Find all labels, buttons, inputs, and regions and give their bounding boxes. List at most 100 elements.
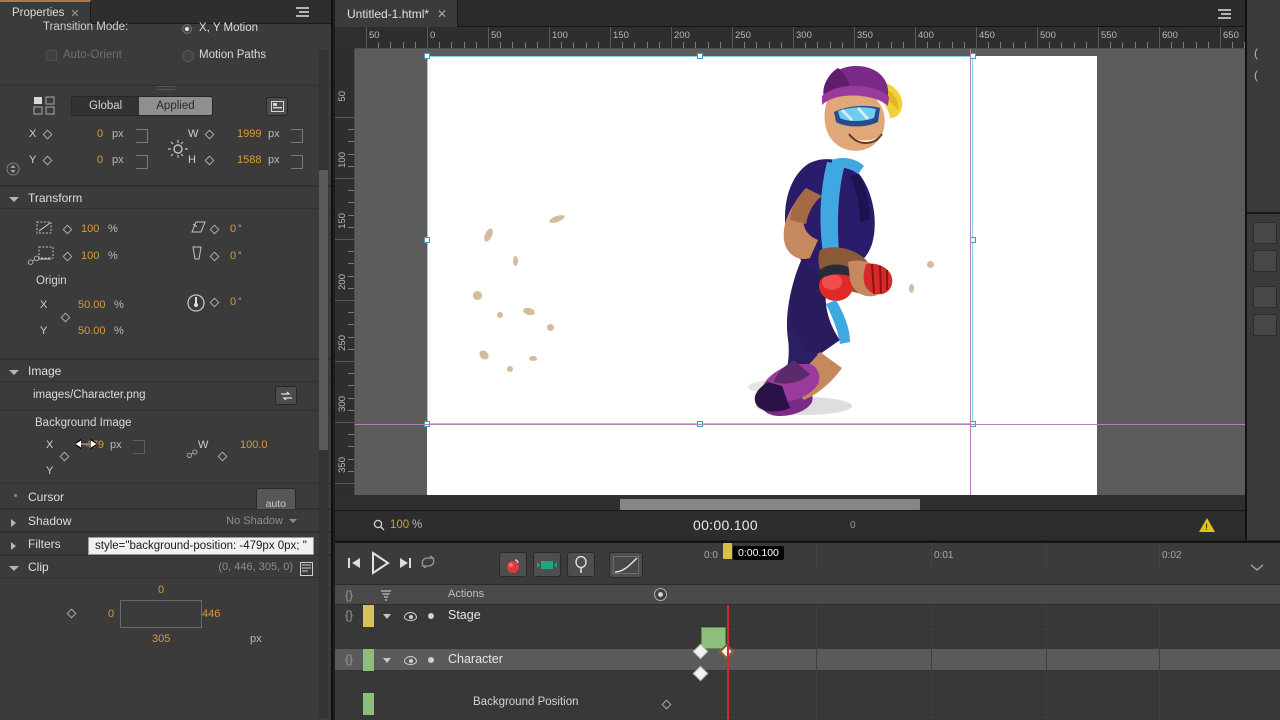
frame-display[interactable]: 0 [850, 520, 856, 531]
link-dimensions-icon[interactable] [168, 140, 188, 161]
pin-icon[interactable] [567, 552, 595, 577]
x-value[interactable]: 0 [97, 128, 103, 140]
chevron-down-icon[interactable] [383, 614, 391, 619]
section-image[interactable]: Image [0, 359, 331, 382]
bg-w-value[interactable]: 100.0 [240, 439, 268, 451]
section-shadow[interactable]: Shadow No Shadow [0, 509, 331, 532]
loop-icon[interactable] [420, 555, 436, 572]
rail-panel-2[interactable] [1253, 250, 1277, 272]
w-value[interactable]: 1999 [237, 128, 261, 140]
eye-icon[interactable] [404, 612, 417, 621]
checkbox-auto-orient[interactable] [46, 50, 57, 61]
skew-y-keyframe-icon[interactable] [209, 251, 220, 262]
canvas-viewport[interactable] [355, 49, 1245, 495]
zoom-value[interactable]: 100 [390, 519, 409, 531]
scale-y-keyframe-icon[interactable] [62, 251, 73, 262]
clip-keyframe-icon[interactable] [66, 608, 77, 619]
chevron-down-icon[interactable] [289, 519, 297, 523]
h-lock-icon[interactable] [291, 155, 303, 169]
scale-y-value[interactable]: 100 [81, 250, 99, 262]
pin-corners-icon[interactable] [33, 96, 57, 119]
origin-y-value[interactable]: 50.00 [78, 325, 106, 337]
skew-y-value[interactable]: 0 [230, 250, 236, 262]
image-path[interactable]: images/Character.png [33, 389, 146, 401]
eye-icon[interactable] [404, 656, 417, 665]
selection-handle-tc[interactable] [697, 53, 703, 59]
timeline-keyframe-area[interactable] [692, 605, 1280, 720]
rail-panel-1[interactable] [1253, 222, 1277, 244]
record-actions-icon[interactable] [654, 588, 667, 604]
scope-applied-button[interactable]: Applied [139, 97, 212, 115]
code-icon[interactable]: {} [345, 588, 353, 602]
bg-position-keyframe-icon[interactable] [59, 451, 70, 462]
close-icon[interactable]: ✕ [437, 7, 447, 21]
assets-icon[interactable]: ( [1254, 68, 1258, 82]
w-lock-icon[interactable] [291, 129, 303, 143]
tab-untitled-document[interactable]: Untitled-1.html* ✕ [335, 0, 459, 27]
canvas-hscrollbar-track[interactable] [355, 499, 1245, 510]
vertical-ruler[interactable]: 50 100 150 200 250 300 350 [335, 49, 355, 495]
stage-canvas[interactable] [424, 53, 1097, 495]
rail-panel-4[interactable] [1253, 314, 1277, 336]
horizontal-ruler[interactable]: 50 0 50 100 150 200 250 300 350 400 450 500 550 600 65… [355, 27, 1245, 49]
clip-right-value[interactable]: 446 [202, 608, 220, 620]
canvas-hscrollbar-thumb[interactable] [620, 499, 920, 510]
y-keyframe-icon[interactable] [42, 155, 53, 166]
skew-x-value[interactable]: 0 [230, 223, 236, 235]
rotate-keyframe-icon[interactable] [209, 297, 220, 308]
selection-handle-ml[interactable] [424, 237, 430, 243]
library-icon[interactable]: ( [1254, 46, 1258, 60]
x-lock-icon[interactable] [136, 129, 148, 143]
auto-keyframe-icon[interactable] [499, 552, 527, 577]
play-icon[interactable] [369, 551, 391, 578]
guide-vertical[interactable] [970, 49, 971, 495]
playhead-knob[interactable] [723, 543, 732, 559]
guide-horizontal[interactable] [355, 424, 1245, 425]
clip-bottom-value[interactable]: 305 [152, 633, 170, 645]
expand-handle-icon[interactable] [6, 162, 20, 179]
lock-dot-icon[interactable] [428, 657, 434, 663]
radio-motion-paths[interactable] [182, 50, 194, 62]
w-keyframe-icon[interactable] [204, 129, 215, 140]
h-keyframe-icon[interactable] [204, 155, 215, 166]
radio-xy-motion[interactable] [182, 24, 192, 34]
sort-icon[interactable] [380, 589, 392, 604]
layer-name-stage[interactable]: Stage [448, 608, 481, 622]
auto-transition-icon[interactable] [533, 552, 561, 577]
rotate-value[interactable]: 0 [230, 296, 236, 308]
scale-x-value[interactable]: 100 [81, 223, 99, 235]
go-to-end-icon[interactable] [397, 555, 413, 574]
scope-segmented-control[interactable]: Global Applied [71, 96, 213, 116]
go-to-start-icon[interactable] [347, 555, 363, 574]
lock-dot-icon[interactable] [428, 613, 434, 619]
y-value[interactable]: 0 [97, 154, 103, 166]
bg-size-keyframe-icon[interactable] [217, 451, 228, 462]
layer-name-character[interactable]: Character [448, 652, 503, 666]
properties-scrollbar-thumb[interactable] [319, 170, 328, 450]
chevron-down-icon[interactable] [383, 658, 391, 663]
warning-icon[interactable] [1199, 518, 1215, 532]
lesson-panel-icon[interactable] [266, 97, 288, 116]
x-keyframe-icon[interactable] [42, 129, 53, 140]
section-transform[interactable]: Transform [0, 186, 331, 209]
swap-image-icon[interactable] [275, 386, 297, 405]
clip-top-value[interactable]: 0 [158, 584, 164, 596]
section-cursor[interactable]: Cursor auto [0, 483, 331, 520]
link-bg-size-icon[interactable]: ☍ [186, 447, 198, 461]
h-value[interactable]: 1588 [237, 154, 261, 166]
selection-handle-tl[interactable] [424, 53, 430, 59]
timeline-ruler[interactable]: 0:0 0:01 0:02 0:00.100 [701, 543, 1280, 569]
bg-x-lock-icon[interactable] [133, 440, 145, 454]
panel-menu-icon[interactable] [1215, 7, 1231, 21]
property-name-background-position[interactable]: Background Position [473, 696, 578, 708]
section-clip[interactable]: Clip (0, 446, 305, 0) [0, 555, 331, 578]
origin-x-value[interactable]: 50.00 [78, 299, 106, 311]
selection-bounding-box[interactable] [427, 56, 973, 424]
origin-keyframe-icon[interactable] [60, 312, 71, 323]
rail-panel-3[interactable] [1253, 286, 1277, 308]
code-icon[interactable]: {} [345, 652, 353, 666]
scale-x-keyframe-icon[interactable] [62, 224, 73, 235]
y-lock-icon[interactable] [136, 155, 148, 169]
code-icon[interactable]: {} [345, 608, 353, 622]
properties-scrollbar-track[interactable] [319, 50, 328, 718]
